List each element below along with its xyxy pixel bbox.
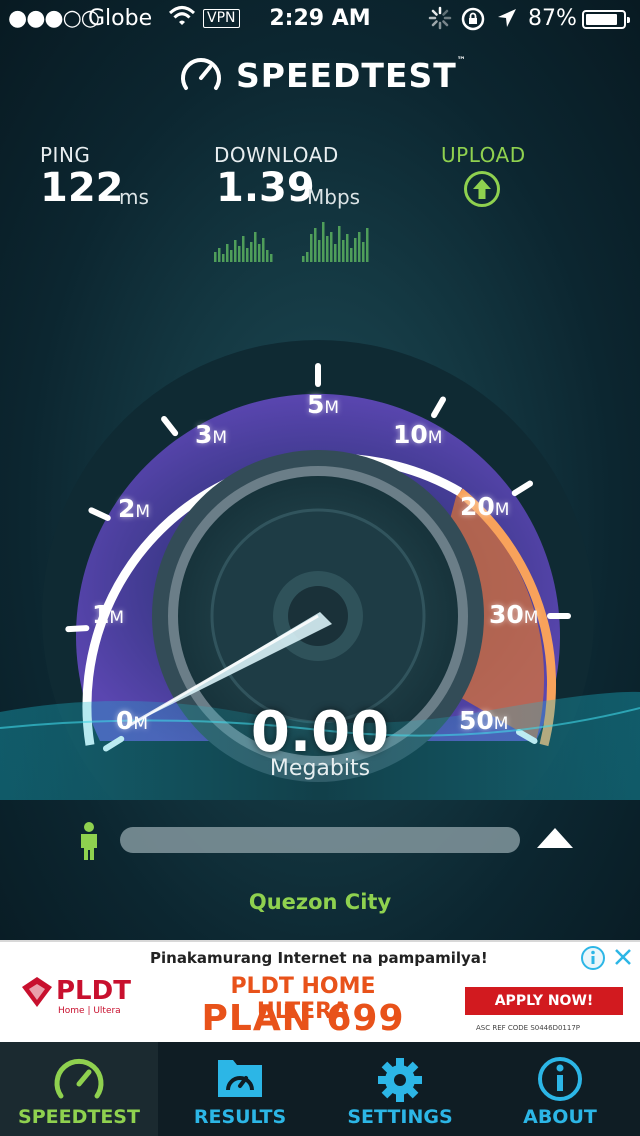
battery-percent: 87% — [528, 6, 577, 31]
sparkline-bar — [230, 250, 233, 262]
tab-speedtest[interactable]: SPEEDTEST — [0, 1042, 158, 1136]
ping-value: 122 — [40, 165, 124, 211]
sparkline-bar — [338, 226, 341, 262]
sparkline-bar — [226, 244, 229, 262]
sparkline-bar — [254, 232, 257, 262]
gauge-tick-label: 5M — [307, 390, 340, 419]
sparkline-bar — [214, 252, 217, 262]
status-bar: ●●●○○ Globe VPN 2:29 AM 87% — [0, 0, 640, 40]
sparkline-bar — [222, 254, 225, 262]
speed-unit: Megabits — [269, 756, 371, 781]
gear-icon — [376, 1056, 424, 1108]
tab-bar: SPEEDTEST RESULTS SETTINGS ABOUT — [0, 1042, 640, 1136]
activity-spinner-icon — [428, 6, 452, 34]
gauge-tick-label: 10M — [393, 420, 443, 449]
ad-brand-sub: Home | Ultera — [58, 1006, 121, 1016]
apply-now-button[interactable]: APPLY NOW! — [465, 987, 623, 1015]
gauge-tick-label: 1M — [92, 600, 125, 629]
upload-arrow-icon — [463, 170, 501, 212]
download-label: DOWNLOAD — [214, 143, 339, 167]
speedometer-logo-icon — [181, 58, 221, 90]
tab-label: SPEEDTEST — [18, 1106, 140, 1128]
sparkline-bar — [358, 232, 361, 262]
sparkline-bar — [334, 244, 337, 262]
tab-label: RESULTS — [193, 1106, 287, 1128]
pldt-logo-icon — [20, 975, 54, 1013]
sparkline-bar — [246, 248, 249, 262]
sparkline-bar — [306, 252, 309, 262]
gauge-tick — [65, 625, 90, 633]
rotation-lock-icon — [460, 6, 486, 36]
gauge-tick-label: 20M — [460, 492, 510, 521]
sparkline-bar — [366, 228, 369, 262]
ad-fine-print: ASC REF CODE S0446D0117P — [476, 1024, 581, 1032]
tab-settings[interactable]: SETTINGS — [320, 1042, 480, 1136]
ad-tagline: Pinakamurang Internet na pampamilya! — [150, 949, 488, 967]
gauge-tick-label: 2M — [118, 494, 151, 523]
sparkline-bar — [354, 238, 357, 262]
tab-about[interactable]: ABOUT — [480, 1042, 640, 1136]
sparkline-bar — [238, 246, 241, 262]
test-progress-bar — [120, 827, 520, 853]
sparkline-bar — [310, 234, 313, 262]
tab-results[interactable]: RESULTS — [160, 1042, 320, 1136]
sparkline-bar — [270, 254, 273, 262]
tab-label: SETTINGS — [347, 1106, 453, 1128]
gauge-tick-label: 30M — [489, 600, 539, 629]
sparkline-bar — [262, 238, 265, 262]
speedometer-icon — [53, 1056, 105, 1106]
sparkline-bar — [342, 240, 345, 262]
sparkline-bar — [318, 240, 321, 262]
ad-close-icon[interactable] — [612, 946, 634, 972]
sparkline-bar — [322, 222, 325, 262]
sparkline-bar — [258, 244, 261, 262]
sparkline-bar — [242, 236, 245, 262]
sparkline-bar — [362, 242, 365, 262]
trademark: ™ — [456, 56, 467, 66]
download-value: 1.39 — [216, 165, 315, 211]
ad-info-icon[interactable] — [580, 945, 606, 975]
sparkline-bar — [330, 232, 333, 262]
sparkline-bar — [250, 242, 253, 262]
sparkline-bar — [234, 240, 237, 262]
sparkline-bar — [218, 248, 221, 262]
battery-icon — [582, 10, 630, 29]
user-person-icon — [78, 822, 100, 864]
ping-unit: ms — [119, 185, 149, 209]
sparkline-bar — [302, 256, 305, 262]
tab-label: ABOUT — [523, 1106, 597, 1128]
sparkline-bar — [314, 228, 317, 262]
folder-gauge-icon — [215, 1056, 265, 1104]
server-location-icon — [535, 826, 575, 858]
info-icon — [537, 1056, 583, 1106]
download-unit: Mbps — [307, 185, 361, 209]
sparkline-bar — [326, 236, 329, 262]
ad-banner[interactable]: Pinakamurang Internet na pampamilya! PLD… — [0, 940, 640, 1044]
sparkline-bar — [350, 248, 353, 262]
sparkline-bar — [346, 234, 349, 262]
ad-plan-line2: PLAN 699 — [201, 998, 405, 1039]
sparkline-bar — [266, 250, 269, 262]
server-city: Quezon City — [248, 890, 392, 914]
download-sparkline — [214, 222, 369, 262]
ad-brand: PLDT — [56, 976, 131, 1006]
upload-label: UPLOAD — [441, 143, 526, 167]
logo-text: SPEEDTEST — [236, 56, 457, 95]
gauge-tick-label: 3M — [195, 420, 228, 449]
location-arrow-icon — [496, 7, 518, 33]
ping-label: PING — [40, 143, 91, 167]
